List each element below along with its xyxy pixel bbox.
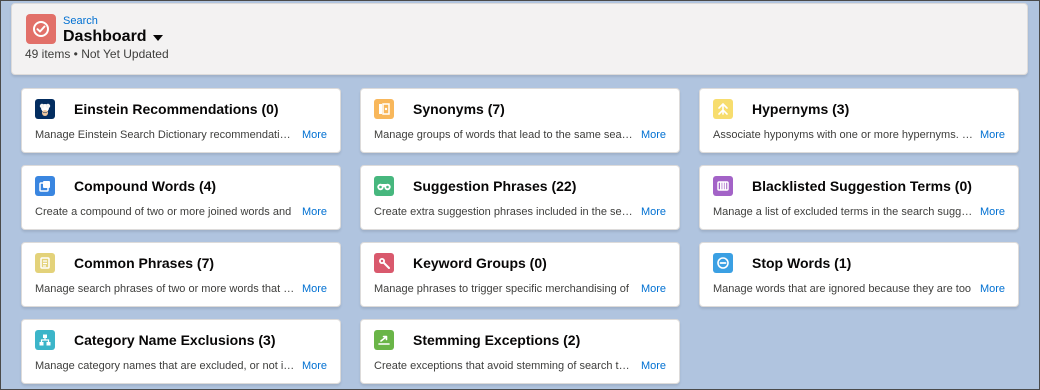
category-exclusions-icon [35,330,55,350]
search-dashboard-icon [26,14,56,44]
card-title[interactable]: Stop Words (1) [752,255,851,271]
card-title[interactable]: Hypernyms (3) [752,101,849,117]
stemming-exceptions-icon [374,330,394,350]
card-compound-words[interactable]: Compound Words (4) Create a compound of … [21,165,341,230]
card-title[interactable]: Suggestion Phrases (22) [413,178,576,194]
common-phrases-icon [35,253,55,273]
compound-words-icon [35,176,55,196]
card-title[interactable]: Category Name Exclusions (3) [74,332,276,348]
card-einstein-recommendations[interactable]: Einstein Recommendations (0) Manage Eins… [21,88,341,153]
blacklisted-terms-icon [713,176,733,196]
card-description: Create exceptions that avoid stemming of… [374,360,634,372]
more-link[interactable]: More [980,129,1005,141]
card-description: Associate hyponyms with one or more hype… [713,129,973,141]
dashboard-selector[interactable]: Dashboard [63,28,163,46]
more-link[interactable]: More [641,283,666,295]
card-suggestion-phrases[interactable]: Suggestion Phrases (22) Create extra sug… [360,165,680,230]
card-stemming-exceptions[interactable]: Stemming Exceptions (2) Create exception… [360,319,680,384]
card-description: Create extra suggestion phrases included… [374,206,634,218]
card-title[interactable]: Stemming Exceptions (2) [413,332,580,348]
card-synonyms[interactable]: Synonyms (7) Manage groups of words that… [360,88,680,153]
card-description: Manage search phrases of two or more wor… [35,283,295,295]
more-link[interactable]: More [641,206,666,218]
card-keyword-groups[interactable]: Keyword Groups (0) Manage phrases to tri… [360,242,680,307]
card-title[interactable]: Keyword Groups (0) [413,255,547,271]
card-stop-words[interactable]: Stop Words (1) Manage words that are ign… [699,242,1019,307]
stop-words-icon [713,253,733,273]
card-description: Manage category names that are excluded,… [35,360,295,372]
more-link[interactable]: More [980,206,1005,218]
breadcrumb[interactable]: Search [63,15,98,27]
card-common-phrases[interactable]: Common Phrases (7) Manage search phrases… [21,242,341,307]
card-description: Manage a list of excluded terms in the s… [713,206,973,218]
item-count-status: 49 items • Not Yet Updated [25,47,169,61]
synonyms-icon [374,99,394,119]
suggestion-phrases-icon [374,176,394,196]
page-header: Search Dashboard 49 items • Not Yet Upda… [11,3,1028,75]
einstein-icon [35,99,55,119]
card-description: Create a compound of two or more joined … [35,206,292,218]
card-blacklisted-suggestion-terms[interactable]: Blacklisted Suggestion Terms (0) Manage … [699,165,1019,230]
card-title[interactable]: Einstein Recommendations (0) [74,101,279,117]
chevron-down-icon[interactable] [152,35,163,41]
card-category-name-exclusions[interactable]: Category Name Exclusions (3) Manage cate… [21,319,341,384]
more-link[interactable]: More [980,283,1005,295]
card-title[interactable]: Synonyms (7) [413,101,505,117]
more-link[interactable]: More [302,206,327,218]
card-description: Manage groups of words that lead to the … [374,129,634,141]
card-description: Manage Einstein Search Dictionary recomm… [35,129,295,141]
card-description: Manage phrases to trigger specific merch… [374,283,629,295]
more-link[interactable]: More [302,360,327,372]
card-hypernyms[interactable]: Hypernyms (3) Associate hyponyms with on… [699,88,1019,153]
card-title[interactable]: Compound Words (4) [74,178,216,194]
more-link[interactable]: More [302,129,327,141]
more-link[interactable]: More [641,129,666,141]
page-title: Dashboard [63,28,147,45]
card-title[interactable]: Common Phrases (7) [74,255,214,271]
more-link[interactable]: More [302,283,327,295]
card-description: Manage words that are ignored because th… [713,283,972,295]
more-link[interactable]: More [641,360,666,372]
keyword-groups-icon [374,253,394,273]
card-title[interactable]: Blacklisted Suggestion Terms (0) [752,178,972,194]
hypernyms-icon [713,99,733,119]
